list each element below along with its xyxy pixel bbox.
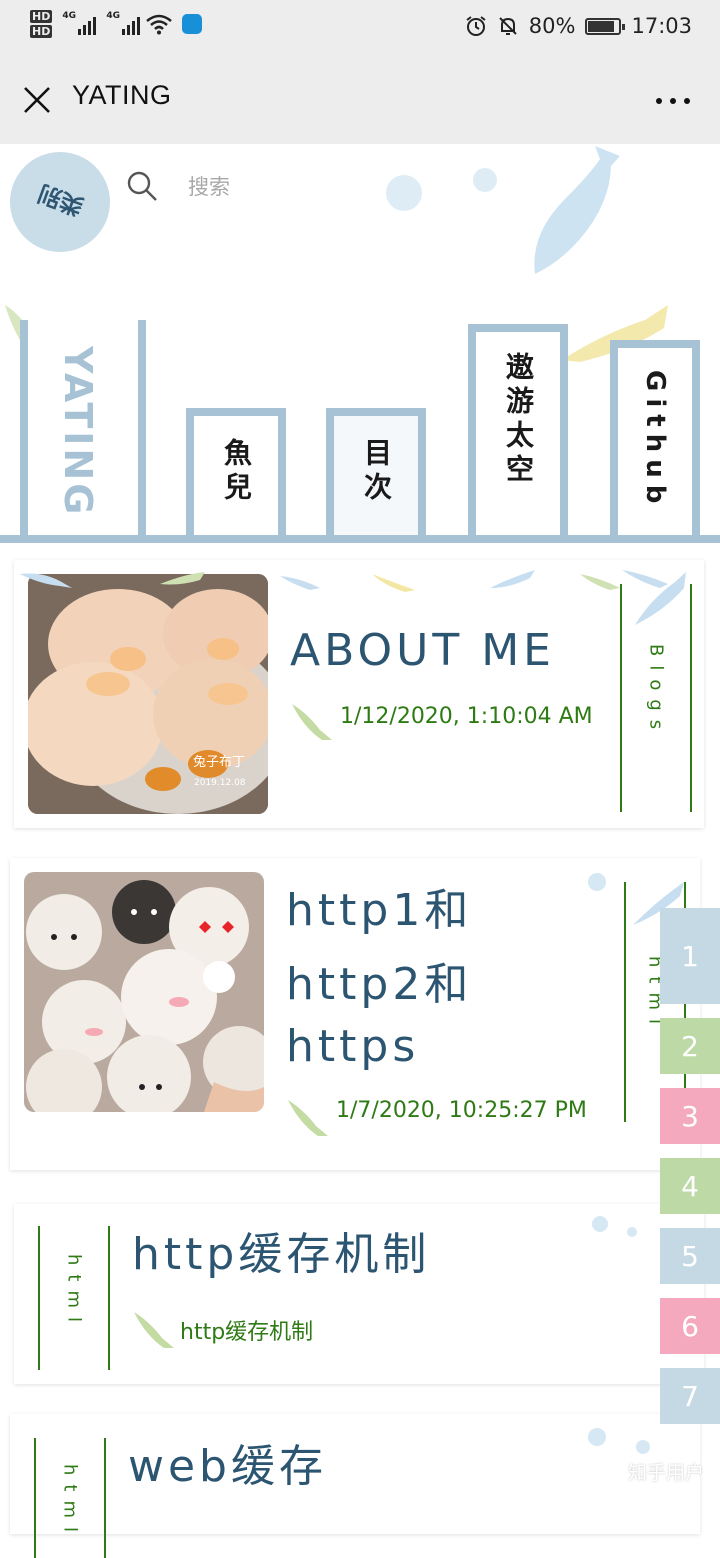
network-label: 4G bbox=[106, 11, 120, 21]
svg-text:2019.12.08: 2019.12.08 bbox=[194, 778, 246, 788]
page-button-1[interactable]: 1 bbox=[660, 908, 720, 1004]
tab-menu[interactable]: 目次 bbox=[326, 408, 426, 538]
close-icon[interactable] bbox=[20, 83, 54, 117]
bubbles-decoration-icon bbox=[386, 168, 497, 211]
post-thumbnail[interactable]: 兔子布丁 2019.12.08 bbox=[28, 574, 268, 814]
post-title-line[interactable]: http2和 bbox=[286, 956, 472, 1014]
tab-menu-label: 目次 bbox=[360, 438, 393, 506]
mute-bell-icon bbox=[499, 17, 517, 35]
tab-fish-label: 魚兒 bbox=[220, 438, 253, 506]
page-label: 1 bbox=[681, 939, 699, 973]
post-tag[interactable]: html bbox=[34, 1438, 106, 1558]
page-button-6[interactable]: 6 bbox=[660, 1298, 720, 1354]
post-tag-label: html bbox=[59, 1464, 81, 1542]
category-logo[interactable]: 类别 bbox=[10, 152, 110, 252]
fish-icon bbox=[134, 1312, 174, 1348]
page-title: YATING bbox=[72, 80, 172, 110]
tabs-baseline bbox=[0, 535, 720, 543]
signal-icon: 4G bbox=[62, 11, 97, 35]
post-tag-label: html bbox=[63, 1254, 85, 1332]
coconut-cake-photo: 兔子布丁 2019.12.08 bbox=[28, 574, 268, 814]
tab-space-label: 遨游太空 bbox=[502, 352, 535, 488]
cute-snowballs-photo bbox=[24, 872, 264, 1112]
nav-bar: YATING bbox=[0, 58, 720, 144]
post-title[interactable]: web缓存 bbox=[128, 1438, 327, 1496]
status-right: 80% 17:03 bbox=[465, 14, 692, 38]
hd-indicators: HD HD bbox=[30, 10, 53, 38]
tab-fish[interactable]: 魚兒 bbox=[186, 408, 286, 538]
tab-yating[interactable]: YATING bbox=[20, 320, 146, 538]
post-date: 1/7/2020, 10:25:27 PM bbox=[336, 1098, 587, 1123]
page-label: 7 bbox=[681, 1379, 699, 1413]
post-thumbnail[interactable] bbox=[24, 872, 264, 1112]
page-button-7[interactable]: 7 bbox=[660, 1368, 720, 1424]
fish-decoration-icon bbox=[534, 146, 620, 274]
hd-badge: HD bbox=[30, 10, 53, 23]
page-button-3[interactable]: 3 bbox=[660, 1088, 720, 1144]
post-tag[interactable]: html bbox=[38, 1226, 110, 1370]
clock: 17:03 bbox=[631, 14, 692, 38]
search-icon[interactable] bbox=[126, 170, 158, 202]
tab-github[interactable]: Github bbox=[610, 340, 700, 538]
tab-space[interactable]: 遨游太空 bbox=[468, 324, 568, 538]
fish-decoration-icon bbox=[635, 572, 686, 625]
page-label: 5 bbox=[681, 1239, 699, 1273]
wifi-icon bbox=[146, 14, 173, 35]
post-title-line[interactable]: https bbox=[286, 1018, 419, 1076]
fish-school-decoration-icon bbox=[20, 570, 668, 592]
page-label: 3 bbox=[681, 1099, 699, 1133]
post-subtitle: http缓存机制 bbox=[180, 1320, 314, 1345]
more-options-icon[interactable] bbox=[656, 98, 690, 104]
bubble-decoration-icon bbox=[588, 873, 606, 891]
app-shield-icon bbox=[182, 14, 203, 34]
search-input[interactable] bbox=[186, 168, 350, 206]
bubbles-decoration-icon bbox=[592, 1216, 637, 1237]
page-label: 4 bbox=[681, 1169, 699, 1203]
tab-yating-label: YATING bbox=[56, 346, 100, 518]
tab-github-label: Github bbox=[640, 370, 670, 511]
post-title[interactable]: http缓存机制 bbox=[132, 1226, 430, 1284]
status-bar: HD HD 4G 4G 80% 17:03 bbox=[0, 0, 720, 58]
post-date: 1/12/2020, 1:10:04 AM bbox=[340, 704, 593, 729]
signal-icon: 4G bbox=[106, 11, 141, 35]
watermark: 知乎用户 bbox=[627, 1462, 704, 1484]
fish-icon bbox=[288, 1100, 328, 1136]
battery-icon bbox=[585, 17, 626, 35]
post-card-http[interactable]: http1和 http2和 https 1/7/2020, 10:25:27 P… bbox=[10, 858, 700, 1170]
page-label: 6 bbox=[681, 1309, 699, 1343]
hd-badge: HD bbox=[30, 25, 53, 38]
post-tag-label: Blogs bbox=[645, 644, 667, 739]
page-button-5[interactable]: 5 bbox=[660, 1228, 720, 1284]
network-label: 4G bbox=[62, 11, 76, 21]
post-title-line[interactable]: http1和 bbox=[286, 882, 472, 940]
fish-icon bbox=[292, 704, 332, 740]
post-title[interactable]: ABOUT ME bbox=[290, 622, 555, 680]
logo-text: 类别 bbox=[34, 179, 88, 220]
page-label: 2 bbox=[681, 1029, 699, 1063]
battery-percent: 80% bbox=[528, 14, 576, 38]
status-left: HD HD 4G 4G bbox=[30, 10, 203, 38]
alarm-icon bbox=[466, 16, 486, 36]
svg-text:兔子布丁: 兔子布丁 bbox=[193, 755, 245, 770]
page-button-4[interactable]: 4 bbox=[660, 1158, 720, 1214]
page-button-2[interactable]: 2 bbox=[660, 1018, 720, 1074]
